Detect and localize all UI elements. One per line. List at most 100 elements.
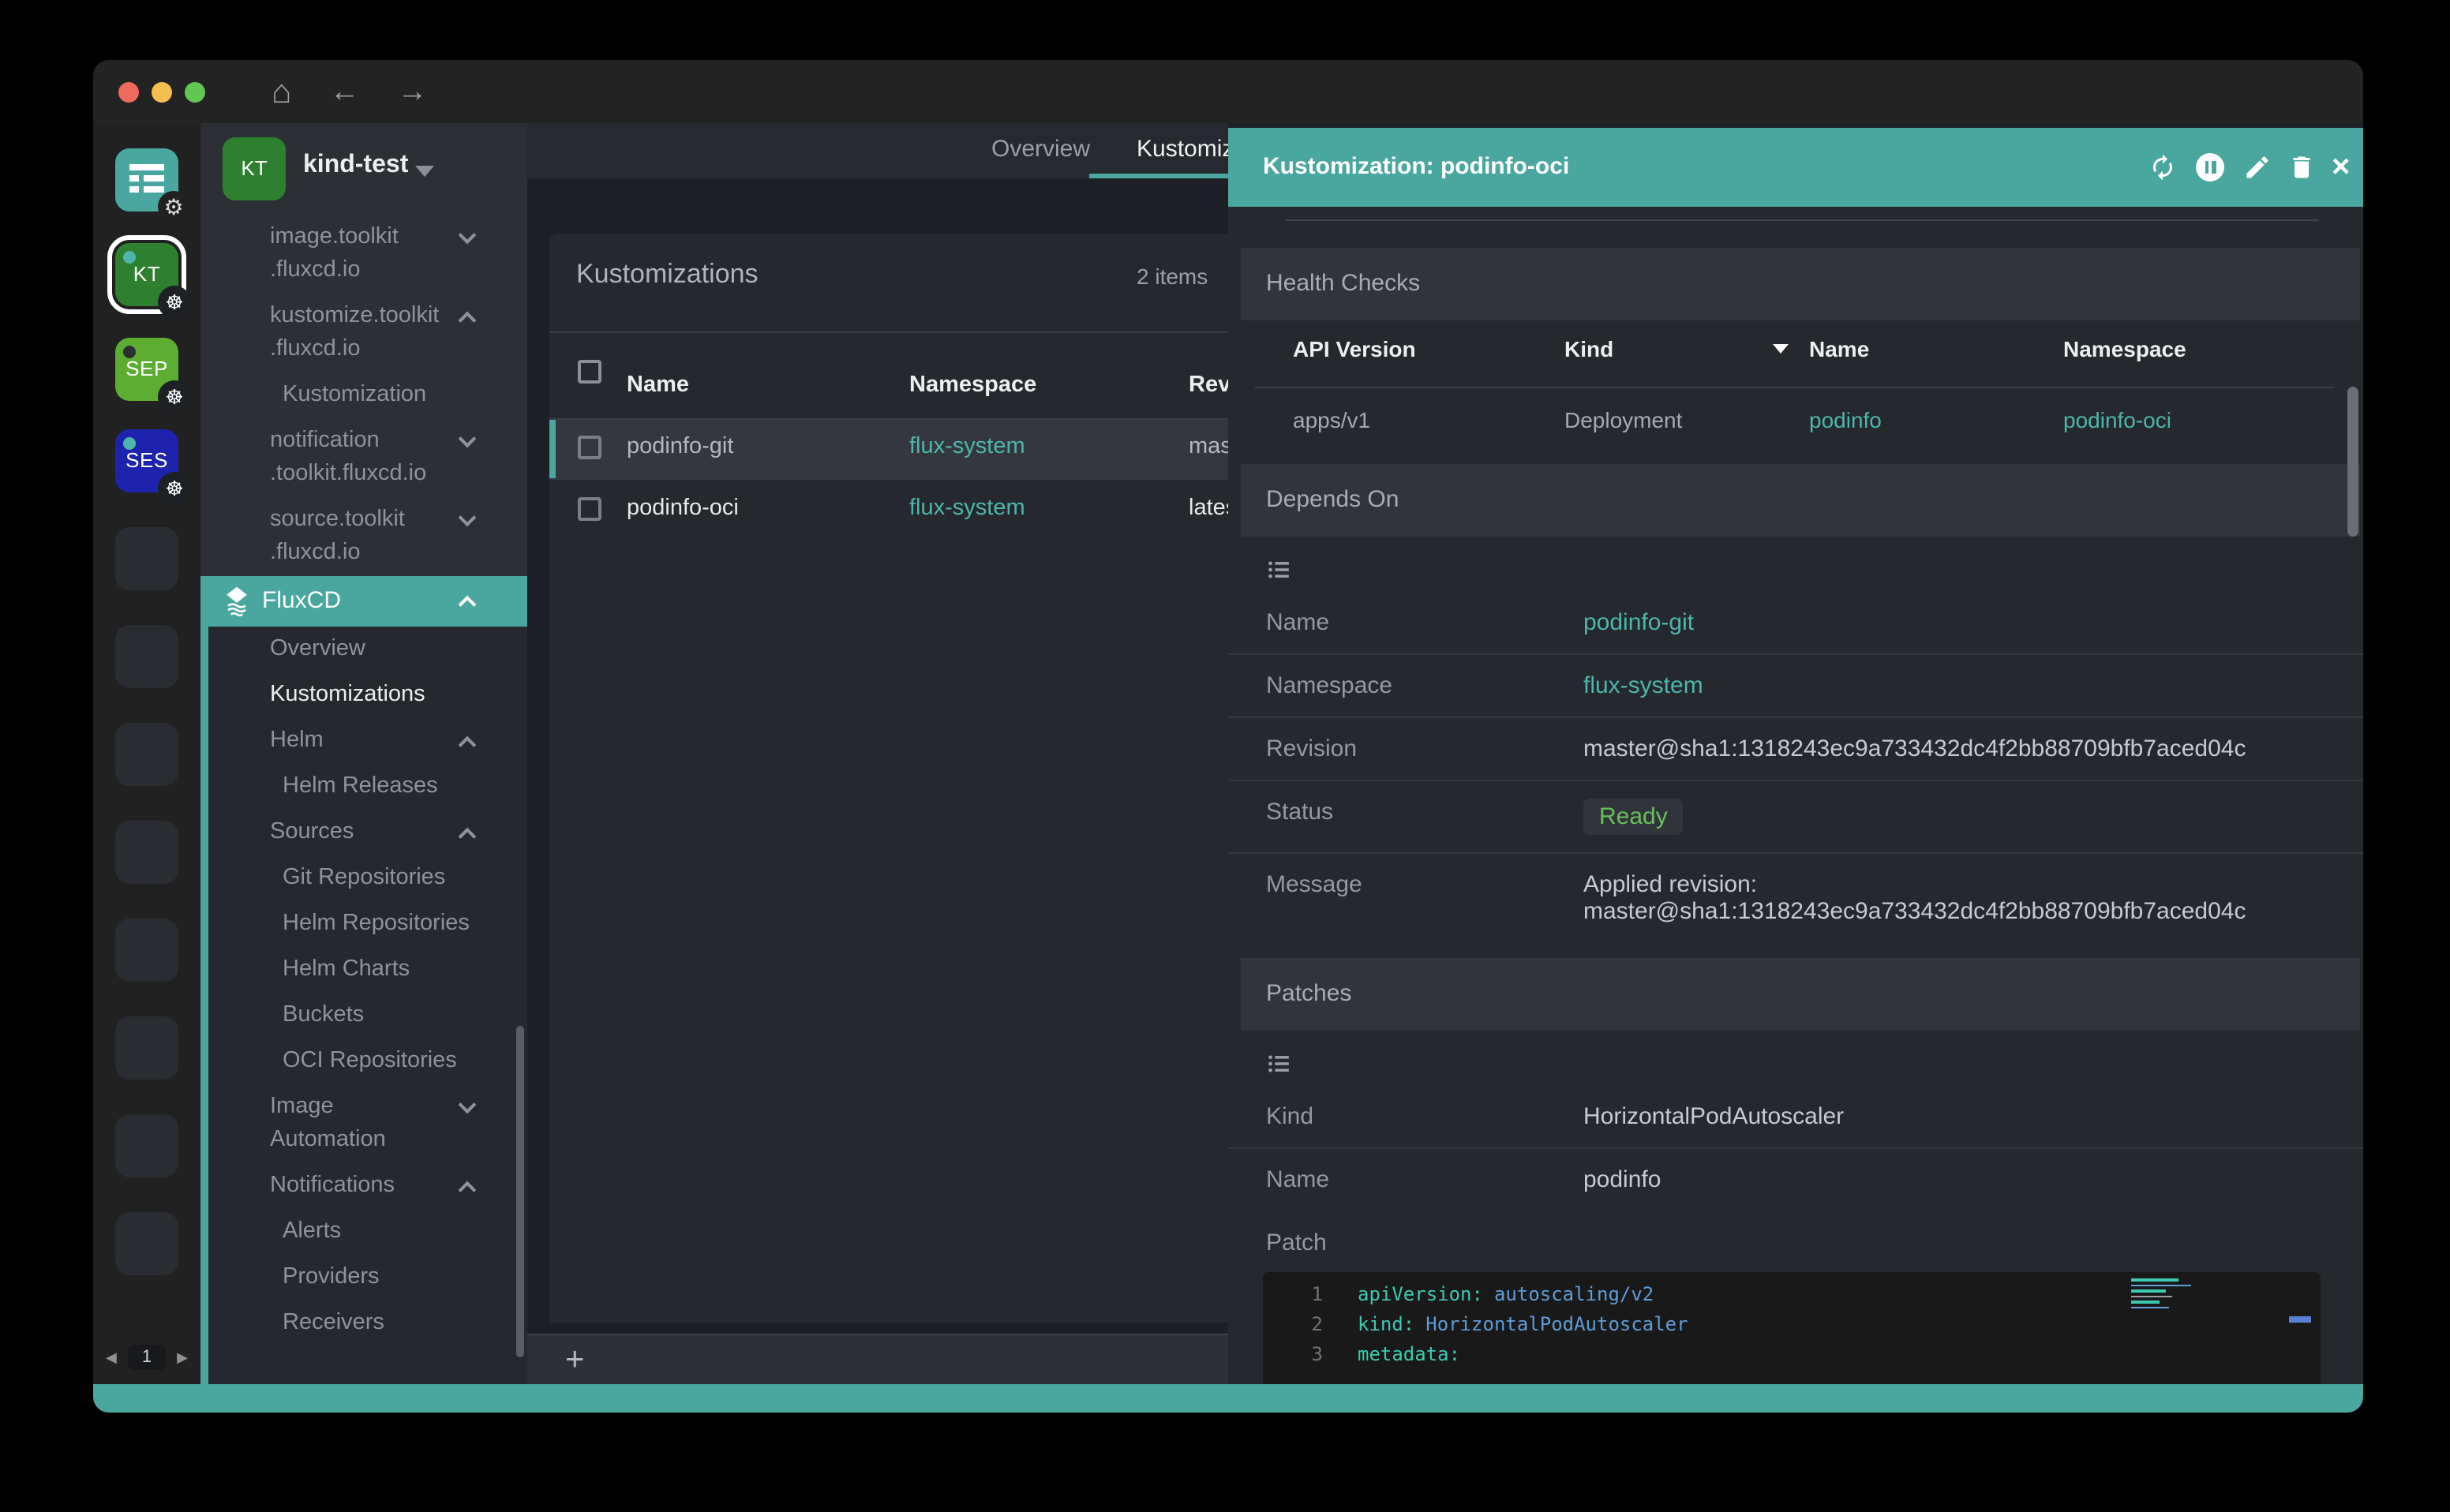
pause-icon[interactable] bbox=[2196, 153, 2224, 182]
sidebar-scrollbar[interactable] bbox=[516, 1026, 524, 1357]
cell-name[interactable]: podinfo-git bbox=[627, 434, 733, 459]
minimize-window-button[interactable] bbox=[152, 81, 172, 102]
maximize-window-button[interactable] bbox=[185, 81, 205, 102]
sidebar-item-git-repositories[interactable]: Git Repositories bbox=[208, 855, 527, 901]
kubernetes-wheel-icon: ☸ bbox=[158, 286, 191, 319]
row-checkbox[interactable] bbox=[578, 497, 601, 521]
sidebar-item-kustomization[interactable]: Kustomization bbox=[200, 372, 527, 418]
cluster-placeholder bbox=[115, 527, 178, 590]
sync-icon[interactable] bbox=[2148, 153, 2177, 182]
sidebar-item-buckets[interactable]: Buckets bbox=[208, 993, 527, 1039]
pager-page-number[interactable]: 1 bbox=[128, 1345, 166, 1370]
cluster-button-ses[interactable]: SES ☸ bbox=[115, 429, 178, 492]
sidebar-item-notification-toolkit[interactable]: notification .toolkit.fluxcd.io bbox=[200, 418, 527, 497]
table-item-count: 2 items bbox=[1137, 264, 1208, 289]
sidebar-item-oci-repositories[interactable]: OCI Repositories bbox=[208, 1039, 527, 1084]
column-header-name[interactable]: Name bbox=[1809, 336, 1869, 361]
row-checkbox[interactable] bbox=[578, 436, 601, 459]
titlebar: ⌂ ← → bbox=[93, 60, 2363, 123]
section-title: Patches bbox=[1266, 980, 1351, 1007]
fluxcd-icon bbox=[219, 584, 254, 619]
cell-name[interactable]: podinfo-oci bbox=[627, 496, 739, 521]
sidebar-item-providers[interactable]: Providers bbox=[208, 1255, 527, 1301]
depends-on-namespace-link[interactable]: flux-system bbox=[1583, 672, 1703, 699]
sidebar-item-helm-repositories[interactable]: Helm Repositories bbox=[208, 901, 527, 947]
field-row-patch-name: Name podinfo bbox=[1228, 1149, 2363, 1211]
sidebar-item-image-toolkit[interactable]: image.toolkit .fluxcd.io bbox=[200, 215, 527, 294]
cluster-placeholder bbox=[115, 919, 178, 982]
pager-prev-icon[interactable]: ◀ bbox=[106, 1350, 117, 1364]
cluster-placeholder bbox=[115, 625, 178, 688]
depends-on-revision: master@sha1:1318243ec9a733432dc4f2bb8870… bbox=[1583, 735, 2246, 762]
sidebar-item-source-toolkit[interactable]: source.toolkit .fluxcd.io bbox=[200, 497, 527, 576]
field-row-namespace: Namespace flux-system bbox=[1228, 655, 2363, 718]
column-header-namespace[interactable]: Namespace bbox=[2063, 336, 2186, 361]
kubernetes-wheel-icon: ☸ bbox=[158, 472, 191, 505]
table-title: Kustomizations bbox=[576, 259, 759, 290]
column-header-api-version[interactable]: API Version bbox=[1293, 336, 1416, 361]
cell-namespace[interactable]: flux-system bbox=[909, 434, 1025, 459]
app-body: ⚙ KT ☸ SEP ☸ SES ☸ bbox=[93, 123, 2363, 1384]
select-all-checkbox[interactable] bbox=[578, 360, 601, 384]
back-arrow-icon[interactable]: ← bbox=[329, 77, 359, 107]
section-title: Depends On bbox=[1266, 486, 1399, 513]
cell-namespace[interactable]: flux-system bbox=[909, 496, 1025, 521]
settings-gear-icon[interactable]: ⚙ bbox=[158, 191, 189, 223]
cluster-pager: ◀ 1 ▶ bbox=[93, 1343, 200, 1372]
chevron-down-icon bbox=[415, 166, 434, 177]
sidebar-item-sources[interactable]: Sources bbox=[208, 810, 527, 855]
health-checks-table-header: API Version Kind Name Namespace bbox=[1228, 336, 2363, 380]
bottom-accent-bar bbox=[93, 1384, 2363, 1413]
cluster-placeholder bbox=[115, 1016, 178, 1080]
sidebar-item-kustomizations[interactable]: Kustomizations bbox=[208, 672, 527, 718]
cluster-button-kt[interactable]: KT ☸ bbox=[115, 243, 178, 306]
field-row-kind: Kind HorizontalPodAutoscaler bbox=[1228, 1086, 2363, 1149]
delete-icon[interactable] bbox=[2287, 153, 2316, 182]
app-logo-button[interactable]: ⚙ bbox=[115, 148, 178, 211]
detail-panel-header: Kustomization: podinfo-oci × bbox=[1228, 128, 2363, 207]
code-line: 3metadata: bbox=[1263, 1340, 2321, 1370]
sidebar-item-helm-releases[interactable]: Helm Releases bbox=[208, 764, 527, 810]
sidebar-item-receivers[interactable]: Receivers bbox=[208, 1301, 527, 1346]
sidebar-item-helm[interactable]: Helm bbox=[208, 718, 527, 764]
tab-overview[interactable]: Overview bbox=[991, 136, 1090, 163]
field-row-revision: Revision master@sha1:1318243ec9a733432dc… bbox=[1228, 718, 2363, 781]
column-header-name[interactable]: Name bbox=[627, 372, 689, 398]
sidebar-cluster-chooser[interactable]: KT kind-test bbox=[200, 123, 527, 215]
panel-scrollbar[interactable] bbox=[2347, 387, 2358, 537]
cell-name-link[interactable]: podinfo bbox=[1809, 407, 1882, 432]
section-depends-on: Depends On bbox=[1241, 464, 2360, 537]
sidebar-item-overview[interactable]: Overview bbox=[208, 627, 527, 672]
cluster-name: kind-test bbox=[303, 152, 408, 180]
section-health-checks: Health Checks bbox=[1241, 248, 2360, 320]
pager-next-icon[interactable]: ▶ bbox=[177, 1350, 188, 1364]
home-icon[interactable]: ⌂ bbox=[272, 75, 291, 108]
depends-on-name-link[interactable]: podinfo-git bbox=[1583, 609, 1694, 636]
edit-icon[interactable] bbox=[2243, 153, 2272, 182]
patch-name: podinfo bbox=[1583, 1166, 1661, 1193]
column-header-kind[interactable]: Kind bbox=[1564, 336, 1613, 361]
detail-panel-title: Kustomization: podinfo-oci bbox=[1263, 153, 1569, 180]
column-header-namespace[interactable]: Namespace bbox=[909, 372, 1036, 398]
chevron-up-icon bbox=[459, 596, 477, 614]
sidebar-item-kustomize-toolkit[interactable]: kustomize.toolkit .fluxcd.io bbox=[200, 294, 527, 372]
cell-namespace-link[interactable]: podinfo-oci bbox=[2063, 407, 2171, 432]
sidebar-item-notifications[interactable]: Notifications bbox=[208, 1163, 527, 1209]
detail-panel: Kustomization: podinfo-oci × bbox=[1228, 123, 2363, 1384]
add-button[interactable]: + bbox=[565, 1342, 585, 1379]
cluster-initials: SEP bbox=[115, 357, 178, 380]
sidebar-item-helm-charts[interactable]: Helm Charts bbox=[208, 947, 527, 993]
sort-descending-icon[interactable] bbox=[1773, 344, 1789, 354]
close-icon[interactable]: × bbox=[2332, 153, 2360, 182]
cluster-placeholder bbox=[115, 1114, 178, 1177]
close-window-button[interactable] bbox=[118, 81, 139, 102]
editor-minimap bbox=[2131, 1278, 2194, 1329]
yaml-code-editor[interactable]: 1apiVersion:autoscaling/v2 2kind:Horizon… bbox=[1263, 1272, 2321, 1384]
forward-arrow-icon[interactable]: → bbox=[397, 77, 427, 107]
sidebar-item-alerts[interactable]: Alerts bbox=[208, 1209, 527, 1255]
sidebar-item-image-automation[interactable]: Image Automation bbox=[208, 1084, 527, 1163]
sidebar-item-fluxcd[interactable]: FluxCD bbox=[200, 576, 527, 627]
cluster-button-sep[interactable]: SEP ☸ bbox=[115, 338, 178, 401]
field-row-message: Message Applied revision: master@sha1:13… bbox=[1228, 854, 2363, 942]
avatar: KT bbox=[223, 137, 286, 200]
